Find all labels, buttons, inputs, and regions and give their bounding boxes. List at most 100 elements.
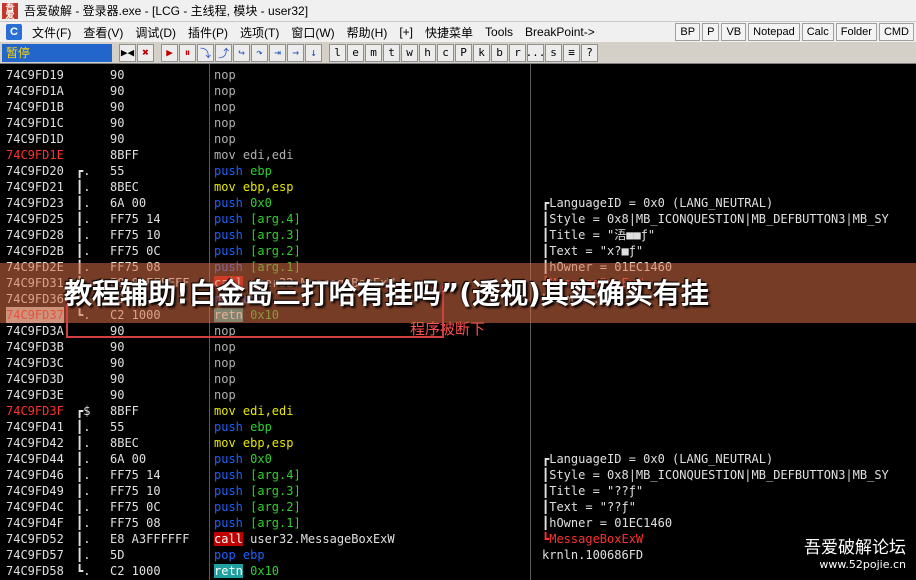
toolbar-button-6[interactable]: ⤴ [215, 43, 232, 62]
disasm-row[interactable]: 74C9FD41 ┃. 55 push ebp [0, 419, 916, 435]
toolbar-button-23[interactable]: r [509, 43, 526, 62]
disasm-row[interactable]: 74C9FD25 ┃. FF75 14 push [arg.4] ┃Style = 0x… [0, 211, 916, 227]
toolbar-button-14[interactable]: e [347, 43, 364, 62]
disasm-row[interactable]: 74C9FD3C 90 nop [0, 355, 916, 371]
row-address: 74C9FD3B [6, 340, 64, 354]
disasm-row[interactable]: 74C9FD52 ┃. E8 A3FFFFFF call user32.Message… [0, 531, 916, 547]
menu-item-4[interactable]: 选项(T) [234, 24, 285, 41]
menu-item-7[interactable]: [+] [393, 25, 419, 39]
disasm-row[interactable]: 74C9FD42 ┃. 8BEC mov ebp,esp [0, 435, 916, 451]
disasm-row[interactable]: 74C9FD19 90 nop [0, 67, 916, 83]
disasm-row[interactable]: 74C9FD57 ┃. 5D pop ebp krnln.100686FD [0, 547, 916, 563]
menu-item-1[interactable]: 查看(V) [77, 24, 129, 41]
row-marker: ┃. [76, 212, 91, 226]
toolbar-button-8[interactable]: ↷ [251, 43, 268, 62]
row-instruction: nop [214, 388, 236, 402]
disasm-row[interactable]: 74C9FD1B 90 nop [0, 99, 916, 115]
watermark: 吾爱破解论坛 www.52pojie.cn [804, 533, 906, 571]
toolbar-button-10[interactable]: → [287, 43, 304, 62]
toolbar-button-11[interactable]: ↓ [305, 43, 322, 62]
disasm-row[interactable]: 74C9FD44 ┃. 6A 00 push 0x0 ┏LanguageID = 0x0… [0, 451, 916, 467]
disasm-row[interactable]: 74C9FD21 ┃. 8BEC mov ebp,esp [0, 179, 916, 195]
disasm-row[interactable]: 74C9FD1E 8BFF mov edi,edi [0, 147, 916, 163]
row-instruction: nop [214, 68, 236, 82]
toolbar-button-5[interactable]: ⤵ [197, 43, 214, 62]
row-comment: ┗MessageBoxExW [542, 532, 644, 546]
disasm-row[interactable]: 74C9FD4C ┃. FF75 0C push [arg.2] ┃Text = "??… [0, 499, 916, 515]
toolbar-button-7[interactable]: ↪ [233, 43, 250, 62]
tool-button-calc[interactable]: Calc [801, 23, 834, 41]
disasm-row[interactable]: 74C9FD4F ┃. FF75 08 push [arg.1] ┃hOwner = 0… [0, 515, 916, 531]
tool-button-folder[interactable]: Folder [835, 23, 877, 41]
row-hex: 90 [110, 388, 125, 402]
toolbar-button-20[interactable]: P [455, 43, 472, 62]
toolbar-button-16[interactable]: t [383, 43, 400, 62]
disasm-row[interactable]: 74C9FD1D 90 nop [0, 131, 916, 147]
toolbar-button-24[interactable]: ... [526, 43, 545, 62]
row-hex: 90 [110, 100, 125, 114]
disasm-row[interactable]: 74C9FD3D 90 nop [0, 371, 916, 387]
toolbar-button-25[interactable]: s [545, 43, 562, 62]
row-address: 74C9FD58 [6, 564, 64, 578]
row-address: 74C9FD1D [6, 132, 64, 146]
disasm-row[interactable]: 74C9FD3F ┏$ 8BFF mov edi,edi [0, 403, 916, 419]
tool-button-bp[interactable]: BP [675, 23, 701, 41]
row-address: 74C9FD1C [6, 116, 64, 130]
row-marker: ┃. [76, 228, 91, 242]
toolbar-button-21[interactable]: k [473, 43, 490, 62]
toolbar-button-18[interactable]: h [419, 43, 436, 62]
disasm-row[interactable]: 74C9FD3E 90 nop [0, 387, 916, 403]
menu-item-2[interactable]: 调试(D) [129, 24, 182, 41]
row-comment: ┃Style = 0x8|MB_ICONQUESTION|MB_DEFBUTTO… [542, 212, 889, 226]
row-comment: ┃Text = "x?■ƒ" [542, 244, 644, 258]
toolbar-button-13[interactable]: l [329, 43, 346, 62]
disasm-row[interactable]: 74C9FD46 ┃. FF75 14 push [arg.4] ┃Style = 0x… [0, 467, 916, 483]
row-marker: ┏. [76, 164, 91, 178]
menu-item-10[interactable]: BreakPoint-> [519, 25, 601, 39]
cpu-window-icon[interactable]: C [6, 24, 22, 40]
toolbar-button-4[interactable]: ⏸ [179, 43, 196, 62]
toolbar-button-15[interactable]: m [365, 43, 382, 62]
tool-button-p[interactable]: P [702, 23, 720, 41]
row-comment: ┏LanguageID = 0x0 (LANG_NEUTRAL) [542, 196, 774, 210]
disasm-row[interactable]: 74C9FD23 ┃. 6A 00 push 0x0 ┏LanguageID = 0x0… [0, 195, 916, 211]
row-hex: 90 [110, 132, 125, 146]
row-address: 74C9FD44 [6, 452, 64, 466]
tool-button-cmd[interactable]: CMD [878, 23, 914, 41]
toolbar-button-26[interactable]: ≡ [563, 43, 580, 62]
tool-button-notepad[interactable]: Notepad [748, 23, 800, 41]
disasm-row[interactable]: 74C9FD28 ┃. FF75 10 push [arg.3] ┃Title = "浯… [0, 227, 916, 243]
row-instruction: call user32.MessageBoxExW [214, 532, 395, 546]
menu-item-5[interactable]: 窗口(W) [285, 24, 340, 41]
tool-button-vb[interactable]: VB [721, 23, 747, 41]
disasm-row[interactable]: 74C9FD3B 90 nop [0, 339, 916, 355]
menu-item-0[interactable]: 文件(F) [26, 24, 77, 41]
toolbar-button-9[interactable]: ⇥ [269, 43, 286, 62]
toolbar-button-1[interactable]: ✖ [137, 43, 154, 62]
disasm-row[interactable]: 74C9FD1C 90 nop [0, 115, 916, 131]
toolbar-button-3[interactable]: ▶ [161, 43, 178, 62]
disasm-row[interactable]: 74C9FD20 ┏. 55 push ebp [0, 163, 916, 179]
toolbar-button-22[interactable]: b [491, 43, 508, 62]
watermark-title: 吾爱破解论坛 [804, 538, 906, 558]
toolbar-button-27[interactable]: ? [581, 43, 598, 62]
row-marker: ┏$ [76, 404, 91, 418]
row-instruction: nop [214, 340, 236, 354]
menu-item-9[interactable]: Tools [479, 25, 519, 39]
banner-text: 教程辅助!白金岛三打哈有挂吗”(透视)其实确实有挂 [64, 277, 709, 310]
toolbar-button-0[interactable]: ▶◀ [119, 43, 136, 62]
row-instruction: pop ebp [214, 548, 265, 562]
row-address: 74C9FD46 [6, 468, 64, 482]
row-hex: 8BFF [110, 404, 139, 418]
toolbar-button-19[interactable]: c [437, 43, 454, 62]
menu-item-6[interactable]: 帮助(H) [341, 24, 394, 41]
row-instruction: nop [214, 100, 236, 114]
menu-item-8[interactable]: 快捷菜单 [419, 24, 479, 41]
menu-item-3[interactable]: 插件(P) [182, 24, 234, 41]
toolbar: 暂停 ▶◀ ✖ ▶ ⏸ ⤵ ⤴ ↪ ↷ ⇥ → ↓ l e m t w h c Pk b r... s ≡? [0, 42, 916, 64]
disasm-row[interactable]: 74C9FD1A 90 nop [0, 83, 916, 99]
disasm-row[interactable]: 74C9FD49 ┃. FF75 10 push [arg.3] ┃Title = "?… [0, 483, 916, 499]
disasm-row[interactable]: 74C9FD58 ┗. C2 1000 retn 0x10 [0, 563, 916, 579]
toolbar-button-17[interactable]: w [401, 43, 418, 62]
disasm-row[interactable]: 74C9FD2B ┃. FF75 0C push [arg.2] ┃Text = "x?… [0, 243, 916, 259]
